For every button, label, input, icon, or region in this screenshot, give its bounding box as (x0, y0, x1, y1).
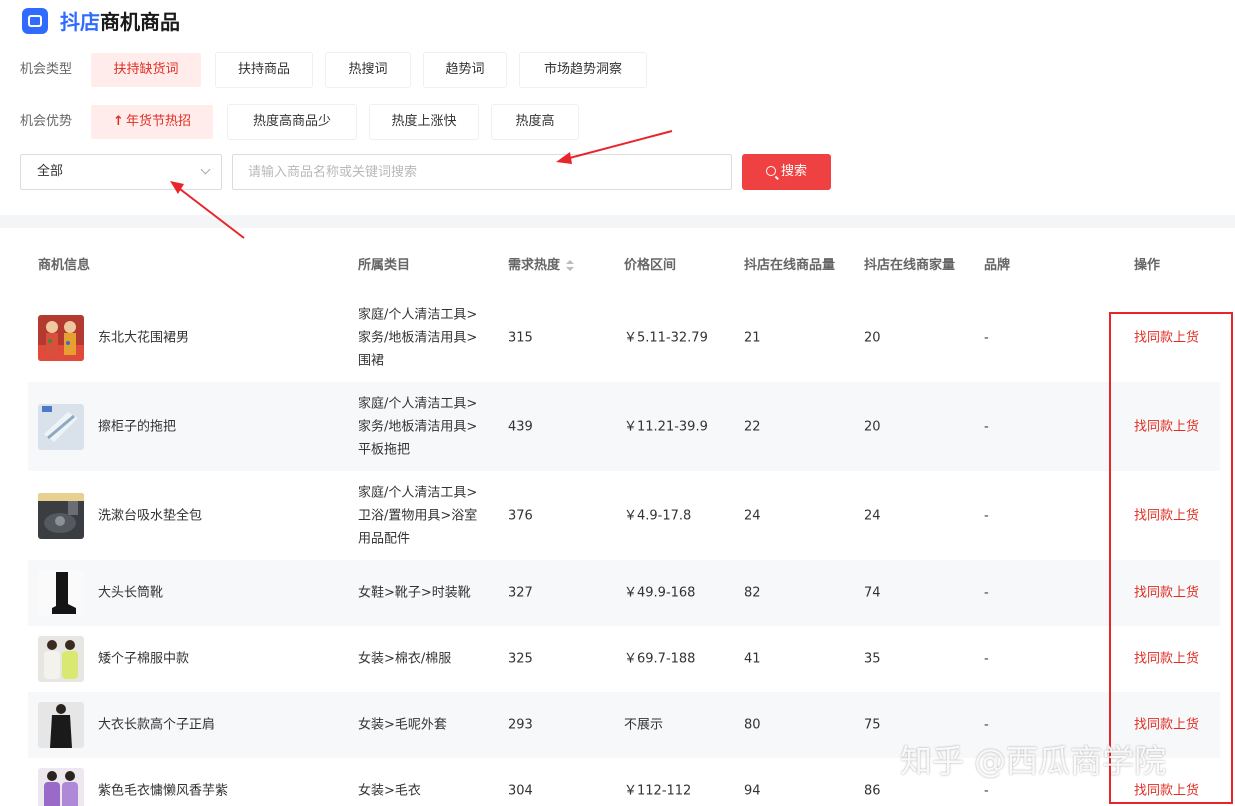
online-products: 80 (744, 717, 761, 733)
filter-panel: 抖店商机商品 机会类型 扶持缺货词 扶持商品 热搜词 趋势词 市场趋势洞察 机会… (0, 0, 1235, 215)
header-brand: 品牌 (984, 258, 1011, 273)
category-path: 女鞋>靴子>时装靴 (358, 585, 471, 601)
price-range: ￥11.21-39.9 (624, 419, 708, 434)
chevron-down-icon (200, 164, 211, 175)
online-merchants: 75 (864, 717, 881, 733)
product-name: 大头长筒靴 (98, 585, 164, 601)
brand: - (984, 419, 989, 434)
brand: - (984, 783, 989, 799)
demand-heat: 439 (508, 419, 533, 434)
product-name: 擦柜子的拖把 (98, 419, 177, 434)
product-thumbnail-padded-coat[interactable] (38, 636, 84, 682)
opportunity-table: 商机信息 所属类目 需求热度 价格区间 抖店在线商品量 抖店在线商家量 品牌 操… (0, 228, 1235, 806)
product-name: 东北大花围裙男 (98, 330, 190, 345)
category-path: 家庭/个人清洁工具> 家务/地板清洁用具> 平板拖把 (358, 396, 478, 457)
price-range: ￥5.11-32.79 (624, 330, 708, 345)
brand: - (984, 651, 989, 667)
search-input[interactable] (232, 154, 732, 190)
opportunity-advantage-label: 机会优势 (20, 114, 73, 129)
watermark: 知乎 @西瓜商学院 (900, 742, 1167, 780)
product-thumbnail-apron[interactable] (38, 314, 84, 361)
chip-high-heat[interactable]: 热度高 (492, 105, 578, 139)
online-products: 21 (744, 330, 761, 345)
chip-hot-search-words[interactable]: 热搜词 (326, 53, 410, 87)
product-name: 紫色毛衣慵懒风香芋紫 (98, 783, 229, 799)
brand: - (984, 585, 989, 601)
category-path: 女装>毛呢外套 (358, 717, 447, 733)
chip-support-products[interactable]: 扶持商品 (216, 53, 312, 87)
search-button[interactable]: 搜索 (742, 154, 831, 190)
header-action: 操作 (1134, 258, 1161, 273)
online-products: 82 (744, 585, 761, 601)
table-row: 洗漱台吸水垫全包 家庭/个人清洁工具> 卫浴/置物用具>浴室 用品配件 376 ￥4… (28, 471, 1220, 560)
product-name: 矮个子棉服中款 (98, 651, 190, 667)
chip-trend-words[interactable]: 趋势词 (424, 53, 506, 87)
product-name: 大衣长款高个子正肩 (98, 717, 216, 733)
product-thumbnail-sink-mat[interactable] (38, 492, 84, 539)
table-row: 矮个子棉服中款 女装>棉衣/棉服 325 ￥69.7-188 41 35 - 找… (28, 626, 1220, 692)
product-name: 洗漱台吸水垫全包 (98, 508, 203, 523)
category-select-value: 全部 (37, 164, 64, 179)
online-merchants: 20 (864, 330, 881, 345)
brand: - (984, 508, 989, 523)
online-products: 41 (744, 651, 761, 667)
online-merchants: 24 (864, 508, 881, 523)
brand: - (984, 717, 989, 733)
header-opportunity-info: 商机信息 (38, 258, 91, 273)
demand-heat: 293 (508, 717, 533, 733)
price-range: 不展示 (624, 717, 664, 733)
online-merchants: 35 (864, 651, 881, 667)
demand-heat: 327 (508, 585, 533, 601)
chip-high-heat-few-products[interactable]: 热度高商品少 (228, 105, 356, 139)
header-online-merchants: 抖店在线商家量 (864, 258, 956, 273)
product-thumbnail-mop[interactable] (38, 403, 84, 450)
category-path: 女装>棉衣/棉服 (358, 651, 452, 667)
brand: - (984, 330, 989, 345)
chip-market-trend-insight[interactable]: 市场趋势洞察 (520, 53, 646, 87)
demand-heat: 376 (508, 508, 533, 523)
category-path: 家庭/个人清洁工具> 家务/地板清洁用具> 围裙 (358, 307, 478, 368)
online-merchants: 86 (864, 783, 881, 799)
chip-heat-rising-fast[interactable]: 热度上涨快 (370, 105, 478, 139)
online-products: 24 (744, 508, 761, 523)
header-price-range: 价格区间 (624, 258, 677, 273)
table-row: 大头长筒靴 女鞋>靴子>时装靴 327 ￥49.9-168 82 74 - 找同… (28, 560, 1220, 626)
category-select[interactable]: 全部 (20, 154, 222, 190)
douyin-shop-logo-icon (22, 8, 48, 34)
product-thumbnail-boots[interactable] (38, 570, 84, 616)
opportunity-type-label: 机会类型 (20, 62, 73, 77)
online-products: 94 (744, 783, 761, 799)
price-range: ￥69.7-188 (624, 651, 696, 667)
action-column-highlight (1109, 312, 1233, 804)
price-range: ￥4.9-17.8 (624, 508, 692, 523)
header-online-products: 抖店在线商品量 (744, 258, 836, 273)
category-path: 家庭/个人清洁工具> 卫浴/置物用具>浴室 用品配件 (358, 485, 478, 546)
chip-new-year-festival[interactable]: ↑ 年货节热招 (91, 105, 213, 139)
demand-heat: 325 (508, 651, 533, 667)
header-demand-heat[interactable]: 需求热度 (508, 256, 575, 276)
price-range: ￥49.9-168 (624, 585, 696, 601)
online-merchants: 20 (864, 419, 881, 434)
sort-icon[interactable] (566, 259, 575, 272)
table-row: 东北大花围裙男 家庭/个人清洁工具> 家务/地板清洁用具> 围裙 315 ￥5.11… (28, 293, 1220, 382)
demand-heat: 315 (508, 330, 533, 345)
arrow-up-icon: ↑ (113, 114, 124, 129)
product-thumbnail-long-coat[interactable] (38, 702, 84, 748)
table-row: 擦柜子的拖把 家庭/个人清洁工具> 家务/地板清洁用具> 平板拖把 439 ￥11.… (28, 382, 1220, 471)
product-thumbnail-purple-sweater[interactable] (38, 768, 84, 806)
price-range: ￥112-112 (624, 783, 692, 799)
online-products: 22 (744, 419, 761, 434)
chip-support-shortage-words[interactable]: 扶持缺货词 (91, 53, 201, 87)
demand-heat: 304 (508, 783, 533, 799)
category-path: 女装>毛衣 (358, 783, 421, 799)
search-icon (765, 166, 776, 176)
page-title: 抖店商机商品 (60, 10, 180, 34)
online-merchants: 74 (864, 585, 881, 601)
header-category: 所属类目 (358, 258, 411, 273)
